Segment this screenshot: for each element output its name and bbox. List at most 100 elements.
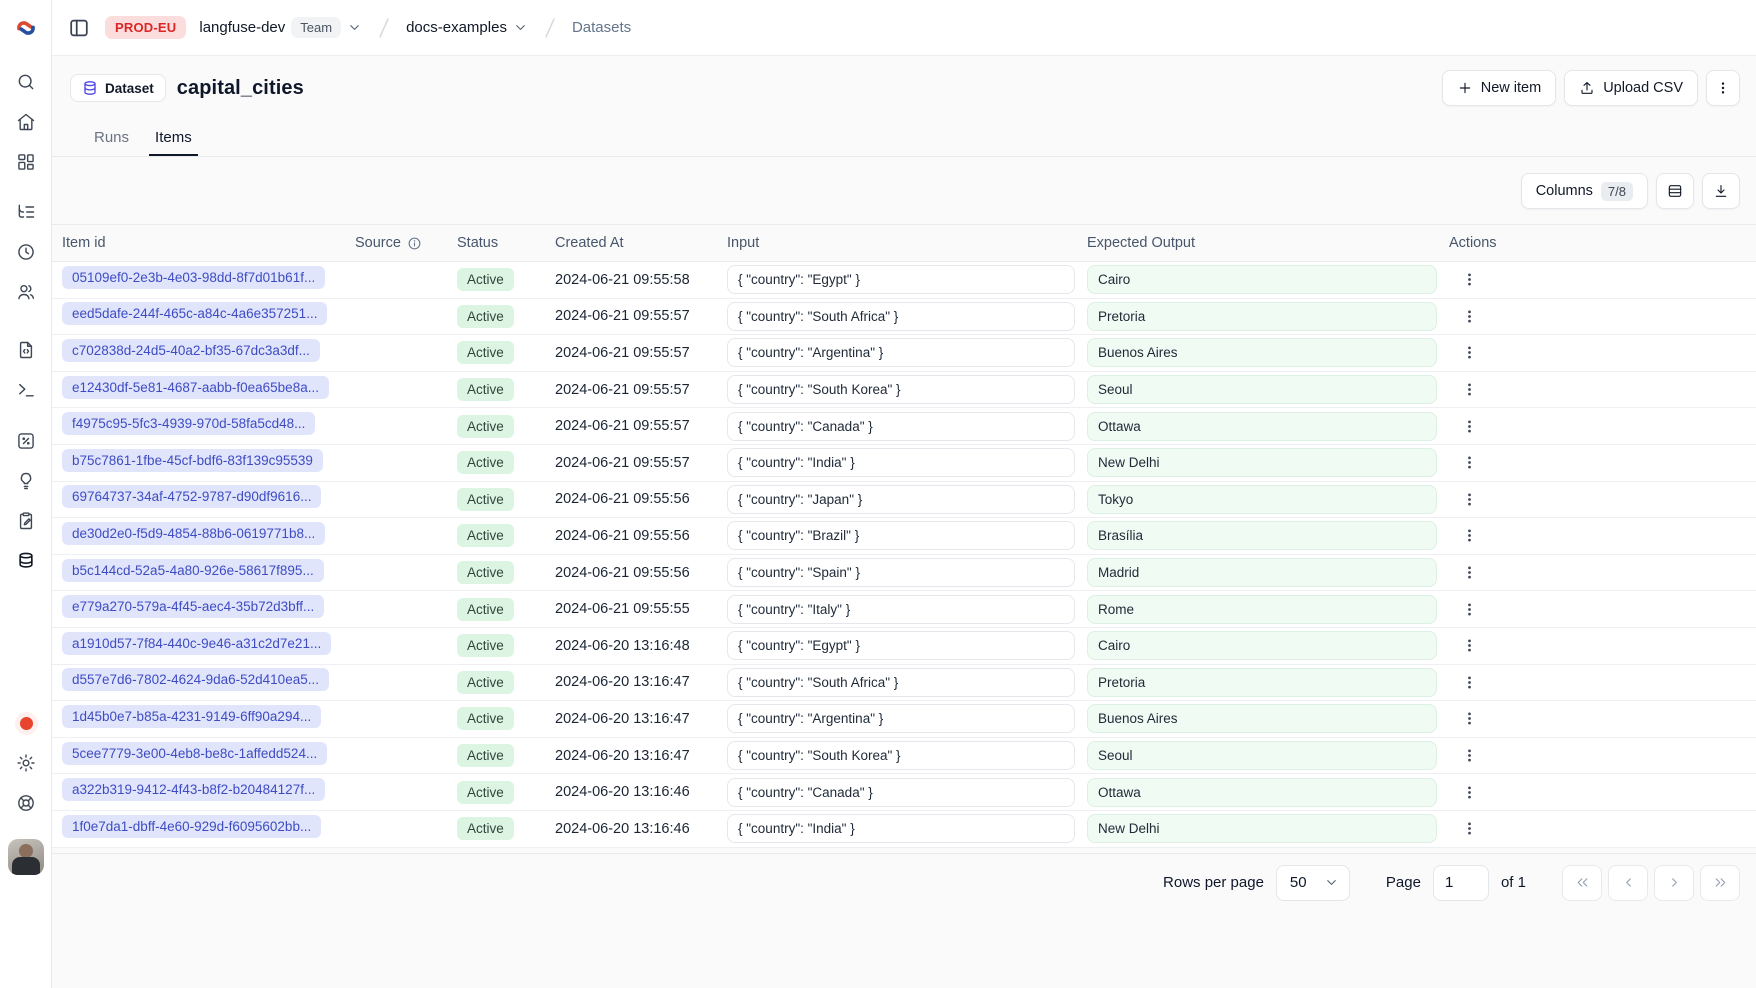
expected-output-value[interactable]: Rome xyxy=(1087,595,1437,624)
expected-output-value[interactable]: Seoul xyxy=(1087,741,1437,770)
item-id-pill[interactable]: f4975c95-5fc3-4939-970d-58fa5cd48... xyxy=(62,412,315,435)
prompts-file-icon[interactable] xyxy=(0,330,52,370)
row-actions-button[interactable] xyxy=(1455,450,1484,475)
new-item-button[interactable]: New item xyxy=(1442,70,1556,106)
item-id-pill[interactable]: d557e7d6-7802-4624-9da6-52d410ea5... xyxy=(62,668,329,691)
row-actions-button[interactable] xyxy=(1455,706,1484,731)
col-header-input[interactable]: Input xyxy=(727,235,1087,251)
input-value[interactable]: { "country": "Spain" } xyxy=(727,558,1075,587)
col-header-expected-output[interactable]: Expected Output xyxy=(1087,235,1449,251)
table-row[interactable]: b75c7861-1fbe-45cf-bdf6-83f139c95539 Act… xyxy=(52,445,1756,482)
recording-indicator-icon[interactable] xyxy=(0,703,52,743)
search-icon[interactable] xyxy=(0,62,52,102)
row-actions-button[interactable] xyxy=(1455,597,1484,622)
item-id-pill[interactable]: 1f0e7da1-dbff-4e60-929d-f6095602bb... xyxy=(62,815,321,838)
page-more-actions-button[interactable] xyxy=(1706,70,1740,106)
row-actions-button[interactable] xyxy=(1455,633,1484,658)
table-row[interactable]: eed5dafe-244f-465c-a84c-4a6e357251... Ac… xyxy=(52,299,1756,336)
expected-output-value[interactable]: New Delhi xyxy=(1087,448,1437,477)
item-id-pill[interactable]: 69764737-34af-4752-9787-d90df9616... xyxy=(62,485,321,508)
col-header-item-id[interactable]: Item id xyxy=(62,235,355,251)
input-value[interactable]: { "country": "South Korea" } xyxy=(727,741,1075,770)
row-actions-button[interactable] xyxy=(1455,780,1484,805)
input-value[interactable]: { "country": "Canada" } xyxy=(727,778,1075,807)
input-value[interactable]: { "country": "Egypt" } xyxy=(727,265,1075,294)
col-header-created-at[interactable]: Created At xyxy=(555,235,727,251)
row-actions-button[interactable] xyxy=(1455,816,1484,841)
sessions-clock-icon[interactable] xyxy=(0,232,52,272)
input-value[interactable]: { "country": "Argentina" } xyxy=(727,704,1075,733)
input-value[interactable]: { "country": "Italy" } xyxy=(727,595,1075,624)
lightbulb-icon[interactable] xyxy=(0,461,52,501)
item-id-pill[interactable]: e12430df-5e81-4687-aabb-f0ea65be8a... xyxy=(62,376,329,399)
first-page-button[interactable] xyxy=(1562,865,1602,901)
row-actions-button[interactable] xyxy=(1455,267,1484,292)
next-page-button[interactable] xyxy=(1654,865,1694,901)
last-page-button[interactable] xyxy=(1700,865,1740,901)
row-actions-button[interactable] xyxy=(1455,377,1484,402)
item-id-pill[interactable]: c702838d-24d5-40a2-bf35-67dc3a3df... xyxy=(62,339,320,362)
expected-output-value[interactable]: Buenos Aires xyxy=(1087,704,1437,733)
input-value[interactable]: { "country": "Japan" } xyxy=(727,485,1075,514)
item-id-pill[interactable]: e779a270-579a-4f45-aec4-35b72d3bff... xyxy=(62,595,324,618)
row-actions-button[interactable] xyxy=(1455,304,1484,329)
settings-gear-icon[interactable] xyxy=(0,743,52,783)
expected-output-value[interactable]: Cairo xyxy=(1087,265,1437,294)
expected-output-value[interactable]: Pretoria xyxy=(1087,668,1437,697)
table-row[interactable]: c702838d-24d5-40a2-bf35-67dc3a3df... Act… xyxy=(52,335,1756,372)
row-actions-button[interactable] xyxy=(1455,414,1484,439)
item-id-pill[interactable]: 05109ef0-2e3b-4e03-98dd-8f7d01b61f... xyxy=(62,266,325,289)
col-header-status[interactable]: Status xyxy=(457,235,555,251)
users-icon[interactable] xyxy=(0,272,52,312)
previous-page-button[interactable] xyxy=(1608,865,1648,901)
table-row[interactable]: 1d45b0e7-b85a-4231-9149-6ff90a294... Act… xyxy=(52,701,1756,738)
item-id-pill[interactable]: 1d45b0e7-b85a-4231-9149-6ff90a294... xyxy=(62,705,321,728)
table-row[interactable]: e779a270-579a-4f45-aec4-35b72d3bff... Ac… xyxy=(52,591,1756,628)
upload-csv-button[interactable]: Upload CSV xyxy=(1564,70,1698,106)
row-actions-button[interactable] xyxy=(1455,340,1484,365)
row-actions-button[interactable] xyxy=(1455,523,1484,548)
expected-output-value[interactable]: Cairo xyxy=(1087,631,1437,660)
expected-output-value[interactable]: Ottawa xyxy=(1087,412,1437,441)
row-height-button[interactable] xyxy=(1656,173,1694,209)
input-value[interactable]: { "country": "South Africa" } xyxy=(727,668,1075,697)
row-actions-button[interactable] xyxy=(1455,743,1484,768)
input-value[interactable]: { "country": "India" } xyxy=(727,814,1075,843)
evaluation-percent-icon[interactable] xyxy=(0,421,52,461)
item-id-pill[interactable]: b5c144cd-52a5-4a80-926e-58617f895... xyxy=(62,559,324,582)
expected-output-value[interactable]: New Delhi xyxy=(1087,814,1437,843)
sidebar-toggle-icon[interactable] xyxy=(66,15,92,41)
playground-terminal-icon[interactable] xyxy=(0,370,52,410)
expected-output-value[interactable]: Madrid xyxy=(1087,558,1437,587)
input-value[interactable]: { "country": "South Korea" } xyxy=(727,375,1075,404)
input-value[interactable]: { "country": "South Africa" } xyxy=(727,302,1075,331)
input-value[interactable]: { "country": "Egypt" } xyxy=(727,631,1075,660)
annotation-clipboard-icon[interactable] xyxy=(0,501,52,541)
page-number-input[interactable] xyxy=(1433,865,1489,901)
item-id-pill[interactable]: de30d2e0-f5d9-4854-88b6-0619771b8... xyxy=(62,522,325,545)
table-row[interactable]: 1f0e7da1-dbff-4e60-929d-f6095602bb... Ac… xyxy=(52,811,1756,848)
item-id-pill[interactable]: 5cee7779-3e00-4eb8-be8c-1affedd524... xyxy=(62,742,327,765)
item-id-pill[interactable]: b75c7861-1fbe-45cf-bdf6-83f139c95539 xyxy=(62,449,323,472)
table-row[interactable]: b5c144cd-52a5-4a80-926e-58617f895... Act… xyxy=(52,555,1756,592)
expected-output-value[interactable]: Buenos Aires xyxy=(1087,338,1437,367)
table-row[interactable]: f4975c95-5fc3-4939-970d-58fa5cd48... Act… xyxy=(52,408,1756,445)
home-icon[interactable] xyxy=(0,102,52,142)
input-value[interactable]: { "country": "Canada" } xyxy=(727,412,1075,441)
table-row[interactable]: e12430df-5e81-4687-aabb-f0ea65be8a... Ac… xyxy=(52,372,1756,409)
table-row[interactable]: a1910d57-7f84-440c-9e46-a31c2d7e21... Ac… xyxy=(52,628,1756,665)
breadcrumb-section[interactable]: Datasets xyxy=(572,19,631,36)
item-id-pill[interactable]: eed5dafe-244f-465c-a84c-4a6e357251... xyxy=(62,302,327,325)
user-avatar[interactable] xyxy=(8,839,44,875)
expected-output-value[interactable]: Seoul xyxy=(1087,375,1437,404)
langfuse-logo[interactable] xyxy=(0,0,51,56)
rows-per-page-select[interactable]: 50 xyxy=(1276,865,1350,901)
row-actions-button[interactable] xyxy=(1455,487,1484,512)
input-value[interactable]: { "country": "Argentina" } xyxy=(727,338,1075,367)
item-id-pill[interactable]: a1910d57-7f84-440c-9e46-a31c2d7e21... xyxy=(62,632,331,655)
input-value[interactable]: { "country": "India" } xyxy=(727,448,1075,477)
expected-output-value[interactable]: Pretoria xyxy=(1087,302,1437,331)
expected-output-value[interactable]: Tokyo xyxy=(1087,485,1437,514)
datasets-database-icon[interactable] xyxy=(0,541,52,581)
table-row[interactable]: de30d2e0-f5d9-4854-88b6-0619771b8... Act… xyxy=(52,518,1756,555)
